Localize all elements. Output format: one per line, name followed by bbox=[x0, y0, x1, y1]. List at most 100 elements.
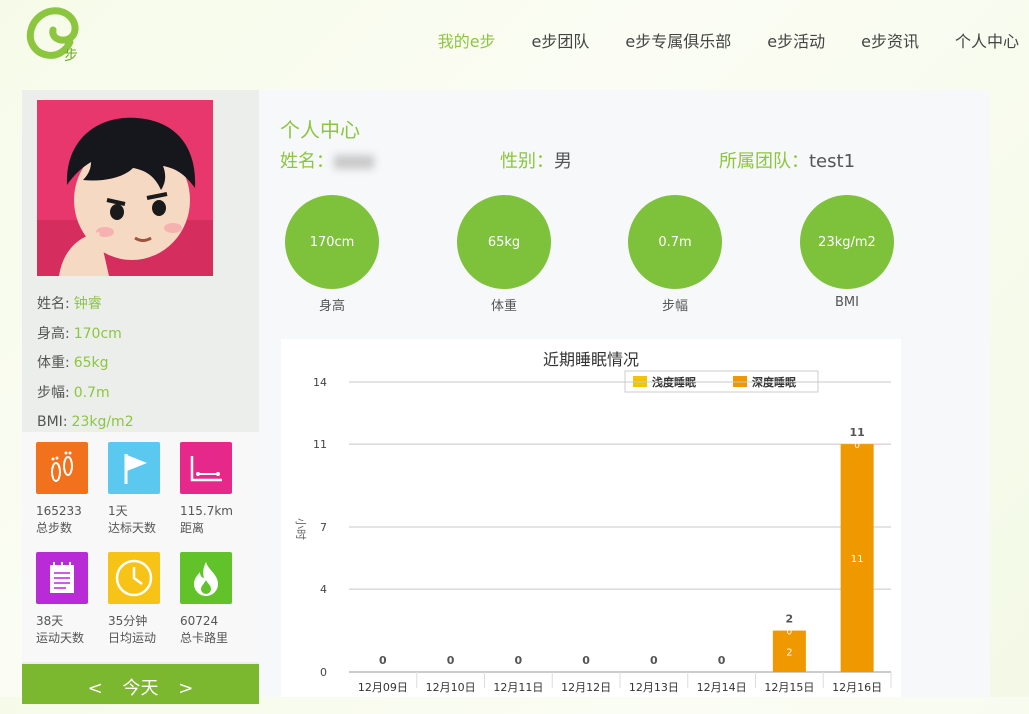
sleep-chart: 近期睡眠情况 小时 浅度睡眠 深度睡眠 0 4 7 11 14 0 0 0 0 0 0 2 0 2 11 0… bbox=[281, 339, 901, 697]
team-label: 所属团队： bbox=[719, 151, 809, 172]
metric-stride: 0.7m 步幅 bbox=[628, 195, 722, 314]
info-row-stride: 步幅: 0.7m bbox=[37, 379, 134, 409]
bar-value-label: 11 bbox=[851, 554, 864, 565]
metric-label: 步幅 bbox=[661, 299, 688, 314]
stat-goal-days[interactable]: 1天 达标天数 bbox=[108, 442, 188, 537]
stat-label: 总卡路里 bbox=[180, 631, 229, 645]
blurred-name bbox=[334, 155, 374, 169]
y-tick-label: 11 bbox=[313, 438, 327, 451]
clock-icon bbox=[108, 552, 160, 604]
stat-value: 38天 bbox=[36, 614, 64, 628]
bar-total-label: 0 bbox=[515, 654, 523, 667]
info-value: 23kg/m2 bbox=[71, 414, 134, 430]
bar-total-label: 0 bbox=[718, 654, 726, 667]
stat-label: 达标天数 bbox=[108, 521, 157, 535]
logo[interactable]: 步 bbox=[24, 2, 88, 66]
info-key: 身高: bbox=[37, 325, 70, 342]
bar-total-label: 0 bbox=[582, 654, 590, 667]
info-value: 0.7m bbox=[73, 384, 110, 401]
stats-grid: 165233 总步数 1天 达标天数 115.7km 距离 38天 运动天数 3… bbox=[22, 432, 259, 662]
stat-daily-exercise[interactable]: 35分钟 日均运动 bbox=[108, 552, 188, 647]
info-value: 钟睿 bbox=[73, 296, 102, 312]
nav-news[interactable]: e步资讯 bbox=[861, 28, 919, 52]
stat-value: 115.7km bbox=[180, 504, 233, 518]
info-key: BMI: bbox=[37, 414, 68, 430]
avatar bbox=[37, 100, 213, 276]
next-day-button[interactable]: > bbox=[178, 678, 193, 699]
bar-total-label: 11 bbox=[849, 426, 864, 439]
stat-value: 35分钟 bbox=[108, 614, 148, 628]
metric-circle: 0.7m bbox=[628, 195, 722, 289]
stat-value: 165233 bbox=[36, 504, 82, 518]
nav-team[interactable]: e步团队 bbox=[532, 28, 590, 52]
x-tick-label: 12月09日 bbox=[358, 681, 408, 694]
y-axis-label: 小时 bbox=[294, 518, 307, 540]
info-value: 170cm bbox=[73, 325, 122, 342]
x-tick-label: 12月12日 bbox=[561, 681, 611, 694]
info-key: 姓名: bbox=[37, 296, 70, 312]
x-tick-label: 12月13日 bbox=[629, 681, 679, 694]
y-tick-label: 4 bbox=[320, 583, 327, 596]
y-tick-label: 14 bbox=[313, 376, 327, 389]
y-tick-label: 7 bbox=[320, 521, 327, 534]
metric-weight: 65kg 体重 bbox=[457, 195, 551, 314]
stat-label: 日均运动 bbox=[108, 631, 157, 645]
info-value: 65kg bbox=[73, 355, 109, 371]
bar-total-label: 2 bbox=[786, 613, 794, 626]
gender-value: 男 bbox=[554, 151, 572, 172]
profile-team: 所属团队：test1 bbox=[719, 147, 855, 173]
nav-my-estep[interactable]: 我的e步 bbox=[438, 28, 496, 52]
metric-label: 身高 bbox=[318, 299, 345, 314]
stat-distance[interactable]: 115.7km 距离 bbox=[180, 442, 260, 537]
metric-bmi: 23kg/m2 BMI bbox=[800, 195, 894, 310]
svg-text:步: 步 bbox=[64, 48, 78, 64]
metric-height: 170cm 身高 bbox=[285, 195, 379, 314]
bar-total-label: 0 bbox=[447, 654, 455, 667]
metric-label: BMI bbox=[835, 295, 859, 310]
profile-gender: 性别：男 bbox=[500, 147, 572, 173]
bar-value-label: 0 bbox=[787, 628, 793, 638]
stat-total-calories[interactable]: 60724 总卡路里 bbox=[180, 552, 260, 647]
x-tick-label: 12月16日 bbox=[832, 681, 882, 694]
x-tick-label: 12月15日 bbox=[764, 681, 814, 694]
prev-day-button[interactable]: < bbox=[88, 678, 103, 699]
info-row-weight: 体重: 65kg bbox=[37, 349, 134, 379]
bar-total-label: 0 bbox=[379, 654, 387, 667]
info-key: 体重: bbox=[37, 355, 70, 371]
nav-club[interactable]: e步专属俱乐部 bbox=[625, 28, 731, 52]
calendar-icon bbox=[36, 552, 88, 604]
name-label: 姓名： bbox=[280, 151, 334, 172]
sleep-chart-svg: 近期睡眠情况 小时 浅度睡眠 深度睡眠 0471114 0 0 0 0 0 0202110… bbox=[294, 351, 892, 694]
bar-value-label: 2 bbox=[786, 647, 792, 658]
y-tick-label: 0 bbox=[320, 666, 327, 679]
flame-icon bbox=[180, 552, 232, 604]
info-row-name: 姓名: 钟睿 bbox=[37, 290, 134, 320]
stat-label: 运动天数 bbox=[36, 631, 85, 645]
metric-circle: 23kg/m2 bbox=[800, 195, 894, 289]
stat-label: 距离 bbox=[180, 521, 205, 535]
sidebar: 姓名: 钟睿 身高: 170cm 体重: 65kg 步幅: 0.7m BMI: 23kg/… bbox=[22, 90, 259, 704]
footprints-icon bbox=[36, 442, 88, 494]
x-tick-label: 12月10日 bbox=[426, 681, 476, 694]
nav-personal-center[interactable]: 个人中心 bbox=[955, 28, 1019, 52]
main-panel: 个人中心 姓名： 性别：男 所属团队：test1 170cm 身高 65kg 体… bbox=[259, 90, 990, 697]
metric-label: 体重 bbox=[490, 299, 517, 314]
x-tick-label: 12月11日 bbox=[493, 681, 543, 694]
bar-total-label: 0 bbox=[650, 654, 658, 667]
today-label: 今天 bbox=[122, 678, 159, 699]
profile-name: 姓名： bbox=[280, 147, 374, 173]
gender-label: 性别： bbox=[500, 151, 554, 172]
chart-title: 近期睡眠情况 bbox=[543, 351, 639, 369]
stat-total-steps[interactable]: 165233 总步数 bbox=[36, 442, 116, 537]
info-key: 步幅: bbox=[37, 384, 70, 401]
stat-exercise-days[interactable]: 38天 运动天数 bbox=[36, 552, 116, 647]
team-value: test1 bbox=[809, 151, 856, 172]
info-row-height: 身高: 170cm bbox=[37, 320, 134, 350]
metric-circle: 170cm bbox=[285, 195, 379, 289]
stat-label: 总步数 bbox=[36, 521, 73, 535]
page-title: 个人中心 bbox=[280, 118, 360, 142]
metric-circle: 65kg bbox=[457, 195, 551, 289]
distance-icon bbox=[180, 442, 232, 494]
nav-activities[interactable]: e步活动 bbox=[767, 28, 825, 52]
bar-value-label: 0 bbox=[854, 441, 860, 451]
